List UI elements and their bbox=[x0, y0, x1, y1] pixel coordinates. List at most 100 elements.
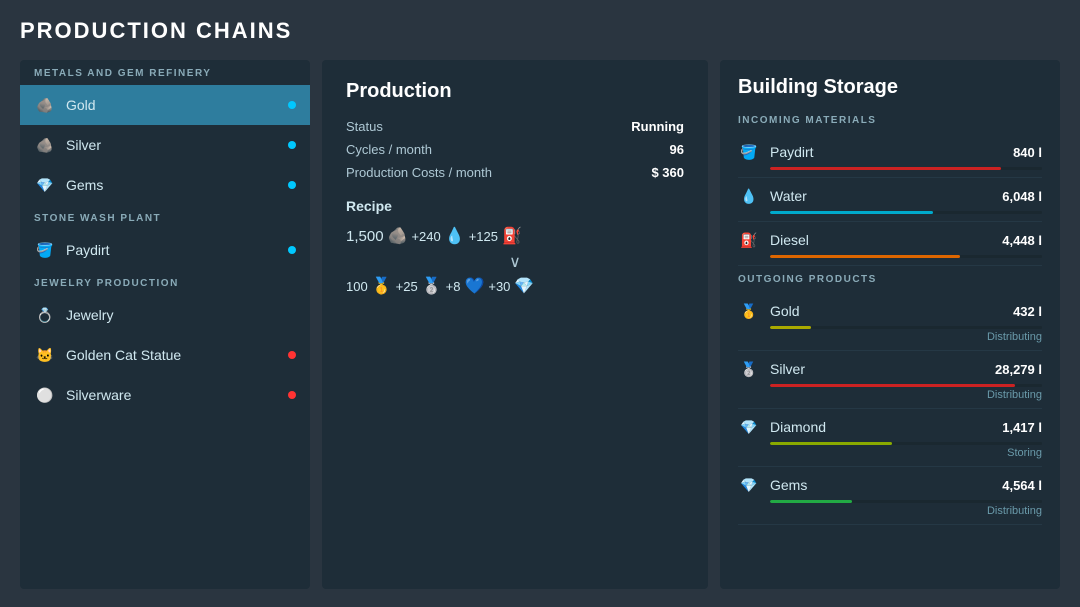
water-in-bar-container bbox=[770, 211, 1042, 214]
incoming-list: 🪣Paydirt840 l💧Water6,048 l⛽Diesel4,448 l bbox=[738, 134, 1042, 266]
storage-item-gems-out: 💎 Gems 4,564 l Distributing bbox=[738, 467, 1042, 525]
list-item-paydirt[interactable]: 🪣 Paydirt bbox=[20, 230, 310, 270]
paydirt-icon: 🪣 bbox=[34, 239, 56, 261]
stat-cycles-value: 96 bbox=[670, 142, 684, 157]
recipe-outputs: 100 🥇 +25 🥈 +8 💙 +30 💎 bbox=[346, 276, 684, 296]
section-header-metals-and-gem-refinery: METALS AND GEM REFINERY bbox=[20, 60, 310, 85]
main-container: PRODUCTION CHAINS METALS AND GEM REFINER… bbox=[0, 0, 1080, 607]
silver-out-status: Distributing bbox=[738, 389, 1042, 401]
diamond-out-value: 1,417 l bbox=[1002, 420, 1042, 435]
list-item-silverware[interactable]: ⚪ Silverware bbox=[20, 375, 310, 415]
section-header-jewelry-production: JEWELRY PRODUCTION bbox=[20, 270, 310, 295]
diesel-in-icon: ⛽ bbox=[738, 229, 760, 251]
diesel-in-name: Diesel bbox=[770, 232, 994, 248]
storage-item-silver-out: 🥈 Silver 28,279 l Distributing bbox=[738, 351, 1042, 409]
production-title: Production bbox=[346, 80, 684, 103]
list-item-jewelry[interactable]: 💍 Jewelry bbox=[20, 295, 310, 335]
silverware-icon: ⚪ bbox=[34, 384, 56, 406]
recipe-inputs: 1,500 🪨 +240 💧 +125 ⛽ bbox=[346, 226, 684, 246]
gems-out-value: 4,564 l bbox=[1002, 478, 1042, 493]
stat-costs-value: $ 360 bbox=[651, 165, 684, 180]
water-icon: 💧 bbox=[445, 226, 465, 246]
right-panel: Building Storage INCOMING MATERIALS 🪣 Pay… bbox=[720, 60, 1060, 589]
water-in-name: Water bbox=[770, 188, 994, 204]
diamond-out-name: Diamond bbox=[770, 419, 994, 435]
paydirt-in-icon: 🪣 bbox=[738, 141, 760, 163]
stat-status-value: Running bbox=[631, 119, 684, 134]
list-item-golden-cat[interactable]: 🐱 Golden Cat Statue bbox=[20, 335, 310, 375]
jewelry-label: Jewelry bbox=[66, 307, 296, 323]
silverware-label: Silverware bbox=[66, 387, 288, 403]
water-in-icon: 💧 bbox=[738, 185, 760, 207]
storage-item-paydirt-in: 🪣Paydirt840 l bbox=[738, 134, 1042, 178]
incoming-header: INCOMING MATERIALS bbox=[738, 115, 1042, 126]
list-item-gems[interactable]: 💎 Gems bbox=[20, 165, 310, 205]
gold-out-status: Distributing bbox=[738, 331, 1042, 343]
diamond-out-bar-container bbox=[770, 442, 1042, 445]
paydirt-in-name: Paydirt bbox=[770, 144, 1005, 160]
diesel-in-value: 4,448 l bbox=[1002, 233, 1042, 248]
gems-dot bbox=[288, 181, 296, 189]
fuel-icon: ⛽ bbox=[502, 226, 522, 246]
stat-cycles: Cycles / month 96 bbox=[346, 142, 684, 157]
storage-title: Building Storage bbox=[738, 76, 1042, 99]
silver-icon: 🪨 bbox=[34, 134, 56, 156]
diamond-out-bar bbox=[770, 442, 892, 445]
storage-item-water-in: 💧 Water 6,048 l bbox=[738, 178, 1042, 222]
stat-status-label: Status bbox=[346, 119, 383, 134]
golden-cat-label: Golden Cat Statue bbox=[66, 347, 288, 363]
gems-out-bar-container bbox=[770, 500, 1042, 503]
gems-icon: 💎 bbox=[34, 174, 56, 196]
diamond-icon: 💙 bbox=[464, 276, 484, 296]
silver-label: Silver bbox=[66, 137, 288, 153]
golden-cat-dot bbox=[288, 351, 296, 359]
outgoing-list: 🥇 Gold 432 l Distributing 🥈 Silver 28,279 l Dis… bbox=[738, 293, 1042, 525]
paydirt-dot bbox=[288, 246, 296, 254]
recipe-label: Recipe bbox=[346, 198, 684, 214]
list-item-gold[interactable]: 🪨 Gold bbox=[20, 85, 310, 125]
golden-cat-icon: 🐱 bbox=[34, 344, 56, 366]
jewelry-icon: 💍 bbox=[34, 304, 56, 326]
recipe-arrow: ∨ bbox=[346, 252, 684, 272]
water-in-value: 6,048 l bbox=[1002, 189, 1042, 204]
gold-label: Gold bbox=[66, 97, 288, 113]
gold-out-bar-container bbox=[770, 326, 1042, 329]
gems-icon: 💎 bbox=[514, 276, 534, 296]
silver-dot bbox=[288, 141, 296, 149]
diesel-in-bar-container bbox=[770, 255, 1042, 258]
stat-costs: Production Costs / month $ 360 bbox=[346, 165, 684, 180]
paydirt-in-bar bbox=[770, 167, 1001, 170]
gold-icon: 🥇 bbox=[372, 276, 392, 296]
panels: METALS AND GEM REFINERY 🪨 Gold 🪨 Silver 💎 Gems… bbox=[20, 60, 1060, 589]
paydirt-label: Paydirt bbox=[66, 242, 288, 258]
gems-out-status: Distributing bbox=[738, 505, 1042, 517]
stat-costs-label: Production Costs / month bbox=[346, 165, 492, 180]
section-header-stone-wash-plant: STONE WASH PLANT bbox=[20, 205, 310, 230]
storage-item-diesel-in: ⛽ Diesel 4,448 l bbox=[738, 222, 1042, 266]
silverware-dot bbox=[288, 391, 296, 399]
gold-out-name: Gold bbox=[770, 303, 1005, 319]
paydirt-in-bar-container bbox=[770, 167, 1042, 170]
stat-cycles-label: Cycles / month bbox=[346, 142, 432, 157]
silver-out-icon: 🥈 bbox=[738, 358, 760, 380]
water-in-bar bbox=[770, 211, 933, 214]
gold-out-icon: 🥇 bbox=[738, 300, 760, 322]
gems-out-bar bbox=[770, 500, 852, 503]
page-title: PRODUCTION CHAINS bbox=[20, 18, 1060, 44]
gems-out-icon: 💎 bbox=[738, 474, 760, 496]
gold-icon: 🪨 bbox=[34, 94, 56, 116]
silver-out-name: Silver bbox=[770, 361, 987, 377]
gold-out-value: 432 l bbox=[1013, 304, 1042, 319]
left-panel: METALS AND GEM REFINERY 🪨 Gold 🪨 Silver 💎 Gems… bbox=[20, 60, 310, 589]
list-item-silver[interactable]: 🪨 Silver bbox=[20, 125, 310, 165]
silver-out-value: 28,279 l bbox=[995, 362, 1042, 377]
gems-out-name: Gems bbox=[770, 477, 994, 493]
silver-icon: 🥈 bbox=[422, 276, 442, 296]
storage-item-gold-out: 🥇 Gold 432 l Distributing bbox=[738, 293, 1042, 351]
diamond-out-icon: 💎 bbox=[738, 416, 760, 438]
paydirt-icon: 🪨 bbox=[388, 226, 408, 246]
silver-out-bar bbox=[770, 384, 1015, 387]
storage-item-diamond-out: 💎Diamond1,417 lStoring bbox=[738, 409, 1042, 467]
gems-label: Gems bbox=[66, 177, 288, 193]
gold-dot bbox=[288, 101, 296, 109]
